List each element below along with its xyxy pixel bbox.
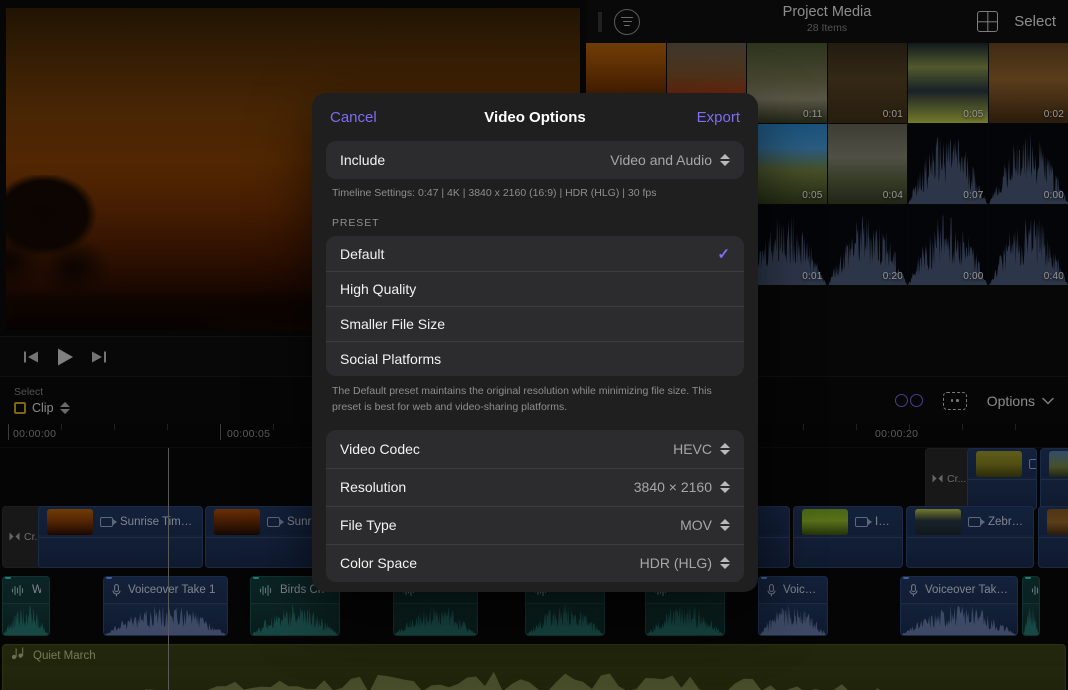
preset-section-label: PRESET — [326, 201, 744, 236]
setting-row[interactable]: Video Codec HEVC — [326, 430, 744, 468]
setting-value: MOV — [680, 517, 712, 533]
setting-value: HDR (HLG) — [640, 555, 712, 571]
preset-description: The Default preset maintains the origina… — [326, 376, 744, 416]
setting-value-group: 3840 × 2160 — [634, 479, 730, 495]
setting-value: 3840 × 2160 — [634, 479, 712, 495]
setting-value-group: MOV — [680, 517, 730, 533]
preset-option-label: Default — [340, 246, 384, 262]
export-button[interactable]: Export — [697, 109, 740, 126]
export-settings-list: Video Codec HEVC Resolution 3840 × 2160 File… — [326, 430, 744, 582]
preset-option[interactable]: Default ✓ — [326, 236, 744, 271]
setting-value: HEVC — [673, 441, 712, 457]
include-row[interactable]: Include Video and Audio — [326, 141, 744, 179]
dialog-header: Cancel Video Options Export — [312, 93, 758, 141]
dialog-body: Include Video and Audio Timeline Setting… — [312, 141, 758, 592]
checkmark-icon: ✓ — [717, 245, 730, 263]
setting-row[interactable]: Resolution 3840 × 2160 — [326, 468, 744, 506]
editor-window: 00:00:03 Project Media 28 Items Select 0… — [0, 0, 1068, 690]
setting-label: Video Codec — [340, 441, 420, 457]
chevron-updown-icon — [720, 442, 730, 456]
chevron-updown-icon — [720, 518, 730, 532]
preset-list: Default ✓ High Quality Smaller File Size Soc… — [326, 236, 744, 376]
setting-value-group: HDR (HLG) — [640, 555, 730, 571]
setting-label: File Type — [340, 517, 397, 533]
timeline-settings-text: Timeline Settings: 0:47 | 4K | 3840 x 21… — [326, 179, 744, 201]
preset-option-label: Smaller File Size — [340, 316, 445, 332]
setting-row[interactable]: Color Space HDR (HLG) — [326, 544, 744, 582]
chevron-updown-icon — [720, 153, 730, 167]
dialog-title: Video Options — [312, 109, 758, 126]
video-options-dialog: Cancel Video Options Export Include Vide… — [312, 93, 758, 592]
include-value: Video and Audio — [610, 152, 712, 168]
chevron-updown-icon — [720, 556, 730, 570]
preset-option-label: High Quality — [340, 281, 416, 297]
preset-option[interactable]: High Quality — [326, 271, 744, 306]
dialog-spacer — [326, 416, 744, 430]
setting-row[interactable]: File Type MOV — [326, 506, 744, 544]
chevron-updown-icon — [720, 480, 730, 494]
include-value-group: Video and Audio — [610, 152, 730, 168]
preset-option[interactable]: Social Platforms — [326, 341, 744, 376]
cancel-button[interactable]: Cancel — [330, 109, 377, 126]
preset-option-label: Social Platforms — [340, 351, 441, 367]
include-label: Include — [340, 152, 385, 168]
include-card: Include Video and Audio — [326, 141, 744, 179]
preset-option[interactable]: Smaller File Size — [326, 306, 744, 341]
setting-label: Color Space — [340, 555, 417, 571]
setting-label: Resolution — [340, 479, 406, 495]
setting-value-group: HEVC — [673, 441, 730, 457]
